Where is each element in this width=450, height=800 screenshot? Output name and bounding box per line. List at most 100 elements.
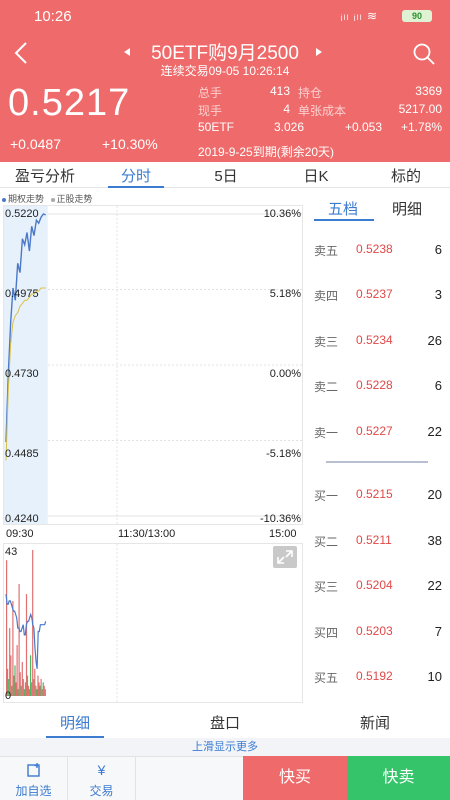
- level-qty: 3: [434, 287, 442, 302]
- level-price: 0.5234: [356, 333, 393, 347]
- spread-divider: [326, 461, 428, 463]
- level-label: 卖二: [314, 380, 339, 394]
- tab-five-levels[interactable]: 五档: [328, 198, 358, 219]
- x-tick-label: 11:30/13:00: [118, 528, 176, 540]
- legend-underlying: 正股走势: [56, 194, 93, 204]
- bid-row[interactable]: 买二 0.5211 38: [314, 533, 442, 549]
- chart-legend: 期权走势 正股走势: [2, 192, 93, 205]
- quick-buy-button[interactable]: 快买: [243, 756, 347, 800]
- ask-row[interactable]: 卖三 0.5234 26: [314, 333, 442, 349]
- tab-news[interactable]: 新闻: [346, 712, 404, 733]
- underlying-change: +0.053: [344, 120, 382, 134]
- tab-trades[interactable]: 明细: [46, 712, 104, 733]
- pct-tick-label: 10.36%: [263, 208, 301, 220]
- tab-underlying[interactable]: 标的: [376, 165, 436, 186]
- add-watchlist-icon: [0, 762, 67, 782]
- volume-chart[interactable]: [3, 543, 303, 703]
- level-qty: 26: [427, 333, 442, 348]
- expiry-info: 2019-9-25到期(剩余20天): [198, 145, 335, 159]
- y-tick-label: 0.5220: [5, 208, 39, 220]
- pct-tick-label: 5.18%: [269, 288, 301, 300]
- tab-market-depth[interactable]: 盘口: [196, 712, 254, 733]
- next-contract-button[interactable]: [316, 48, 322, 59]
- quote-header: 10:26 ᵢₗₗ ᵢₗₗ ≋ 90 50ETF购9月2500 连续交易09-0…: [0, 0, 450, 162]
- search-button[interactable]: [412, 42, 436, 66]
- stat-label: 总手: [198, 86, 223, 100]
- bid-row[interactable]: 买四 0.5203 7: [314, 624, 442, 640]
- level-label: 买五: [314, 671, 339, 685]
- status-bar: 10:26 ᵢₗₗ ᵢₗₗ ≋ 90: [0, 0, 450, 30]
- level-price: 0.5238: [356, 242, 393, 256]
- yen-icon: ¥: [97, 762, 106, 778]
- volume-bar: [16, 645, 18, 696]
- back-button[interactable]: [8, 40, 34, 68]
- volume-bar: [18, 584, 20, 696]
- volume-bar: [13, 675, 15, 696]
- volume-bar: [40, 679, 42, 696]
- quick-sell-button[interactable]: 快卖: [347, 756, 450, 800]
- ask-row[interactable]: 卖一 0.5227 22: [314, 424, 442, 440]
- chart-tabs: 盈亏分析 分时 5日 日K 标的: [0, 162, 450, 188]
- swipe-up-hint[interactable]: 上滑显示更多: [0, 738, 450, 756]
- y-tick-label: 0.4730: [5, 368, 39, 380]
- ask-row[interactable]: 卖二 0.5228 6: [314, 378, 442, 394]
- legend-dot: [2, 197, 6, 202]
- stat-value: 5217.00: [398, 102, 442, 116]
- intraday-chart[interactable]: [3, 205, 303, 525]
- tab-indicator: [108, 186, 164, 188]
- tab-pnl-analysis[interactable]: 盈亏分析: [10, 165, 80, 186]
- level-label: 卖三: [314, 335, 339, 349]
- stat-label: 单张成本: [298, 104, 347, 118]
- level-label: 买一: [314, 489, 339, 503]
- volume-bar: [24, 682, 26, 696]
- pct-tick-label: -10.36%: [260, 513, 301, 525]
- volume-bar: [15, 682, 17, 696]
- tab-daily-k[interactable]: 日K: [286, 165, 346, 186]
- level-price: 0.5215: [356, 487, 393, 501]
- volume-bar: [26, 675, 29, 696]
- status-time: 10:26: [34, 8, 72, 25]
- trade-button[interactable]: ¥ 交易: [68, 757, 136, 800]
- chevron-left-icon: [14, 42, 27, 64]
- stat-label: 现手: [198, 104, 223, 118]
- level-qty: 22: [427, 424, 442, 439]
- tab-detail[interactable]: 明细: [392, 198, 422, 219]
- level-price: 0.5203: [356, 624, 393, 638]
- x-tick-label: 09:30: [6, 528, 34, 540]
- bid-row[interactable]: 买五 0.5192 10: [314, 669, 442, 685]
- orderbook-tab-indicator: [314, 219, 374, 221]
- trade-label: 交易: [89, 784, 114, 798]
- level-price: 0.5192: [356, 669, 393, 683]
- level-price: 0.5211: [356, 533, 392, 547]
- volume-bar: [30, 655, 32, 696]
- bid-row[interactable]: 买三 0.5204 22: [314, 578, 442, 594]
- ask-row[interactable]: 卖五 0.5238 6: [314, 242, 442, 258]
- volume-bar: [11, 685, 13, 696]
- ask-row[interactable]: 卖四 0.5237 3: [314, 287, 442, 303]
- tab-intraday[interactable]: 分时: [108, 165, 164, 186]
- stat-value: 4: [283, 102, 290, 116]
- pct-tick-label: -5.18%: [266, 448, 301, 460]
- pct-tick-label: 0.00%: [269, 368, 301, 380]
- stat-label: 持仓: [298, 86, 323, 100]
- level-price: 0.5228: [356, 378, 393, 392]
- volume-bar: [43, 685, 45, 696]
- level-qty: 38: [427, 533, 442, 548]
- volume-bar: [36, 689, 38, 696]
- bid-row[interactable]: 买一 0.5215 20: [314, 487, 442, 503]
- volume-bar: [9, 628, 11, 696]
- legend-dot: [50, 197, 55, 202]
- y-tick-label: 0.4240: [5, 513, 39, 525]
- intraday-chart-svg: [4, 206, 302, 524]
- level-label: 买四: [314, 626, 339, 640]
- level-qty: 6: [434, 242, 442, 257]
- detail-tabs: 明细 盘口 新闻: [0, 706, 450, 738]
- price-change: +0.0487: [10, 136, 61, 152]
- volume-bar: [22, 679, 24, 696]
- add-watchlist-button[interactable]: 加自选: [0, 757, 68, 800]
- tab-5day[interactable]: 5日: [198, 165, 254, 186]
- fullscreen-button[interactable]: [273, 546, 297, 568]
- price-change-pct: +10.30%: [102, 136, 158, 152]
- volume-bar: [34, 668, 36, 696]
- contract-title: 50ETF购9月2500: [151, 43, 299, 64]
